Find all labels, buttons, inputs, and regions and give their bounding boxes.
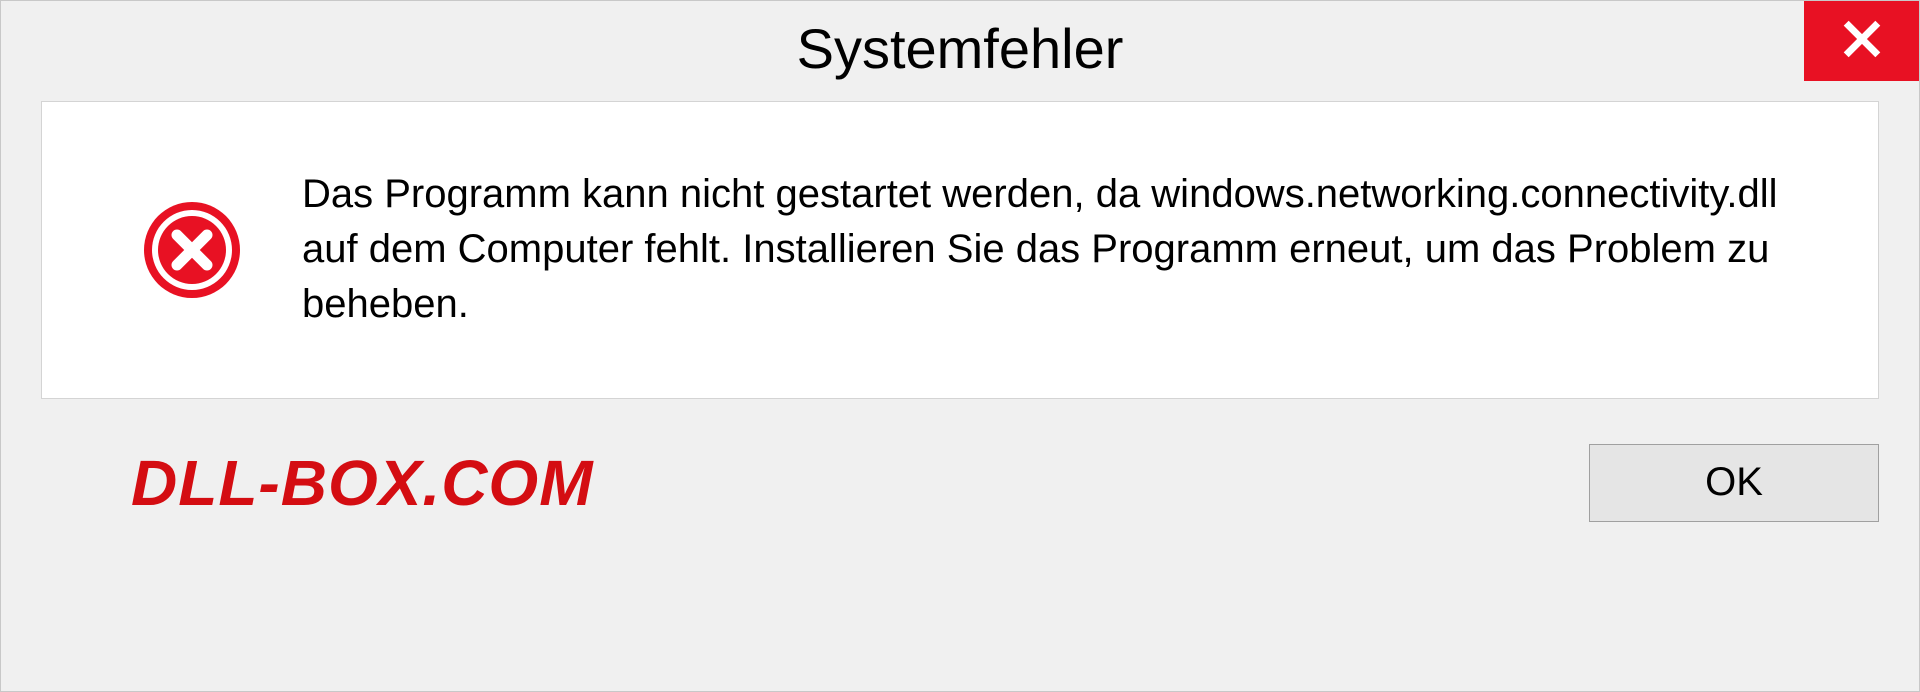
error-icon (142, 200, 242, 300)
footer: DLL-BOX.COM OK (1, 419, 1919, 557)
titlebar: Systemfehler (1, 1, 1919, 96)
watermark-text: DLL-BOX.COM (131, 446, 594, 520)
content-panel: Das Programm kann nicht gestartet werden… (41, 101, 1879, 399)
ok-button[interactable]: OK (1589, 444, 1879, 522)
close-icon (1842, 19, 1882, 64)
dialog-title: Systemfehler (797, 16, 1124, 81)
close-button[interactable] (1804, 1, 1919, 81)
error-message: Das Programm kann nicht gestartet werden… (302, 167, 1823, 333)
